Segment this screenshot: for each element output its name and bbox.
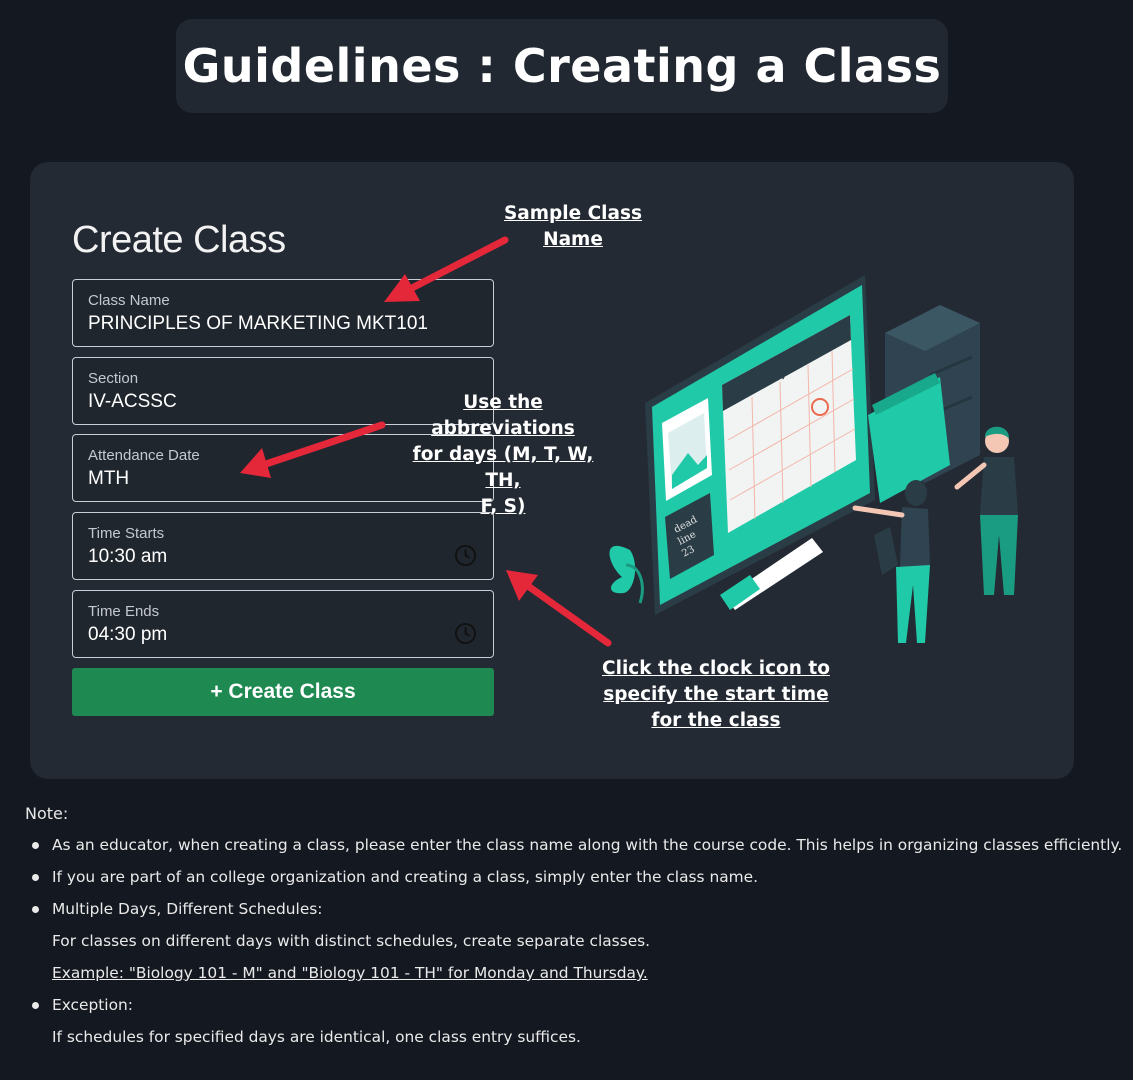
arrow-to-attendance-date — [240, 421, 386, 478]
note-label: Note: — [25, 804, 69, 823]
bullet-dot — [32, 906, 39, 913]
arrow-to-clock-icon — [506, 570, 612, 647]
note-sub-item: For classes on different days with disti… — [52, 932, 651, 950]
bullet-dot — [32, 874, 39, 881]
bullet-dot — [32, 842, 39, 849]
calendar-illustration: June dead line 23 — [609, 275, 1018, 643]
arrow-to-class-name — [384, 236, 509, 302]
note-item: Multiple Days, Different Schedules: — [52, 900, 323, 918]
note-item: If you are part of an college organizati… — [52, 868, 758, 886]
note-example: Example: "Biology 101 - M" and "Biology … — [52, 964, 648, 982]
bullet-dot — [32, 1002, 39, 1009]
note-sub-item: If schedules for specified days are iden… — [52, 1028, 581, 1046]
note-item: As an educator, when creating a class, p… — [52, 836, 1123, 854]
note-item: Exception: — [52, 996, 133, 1014]
